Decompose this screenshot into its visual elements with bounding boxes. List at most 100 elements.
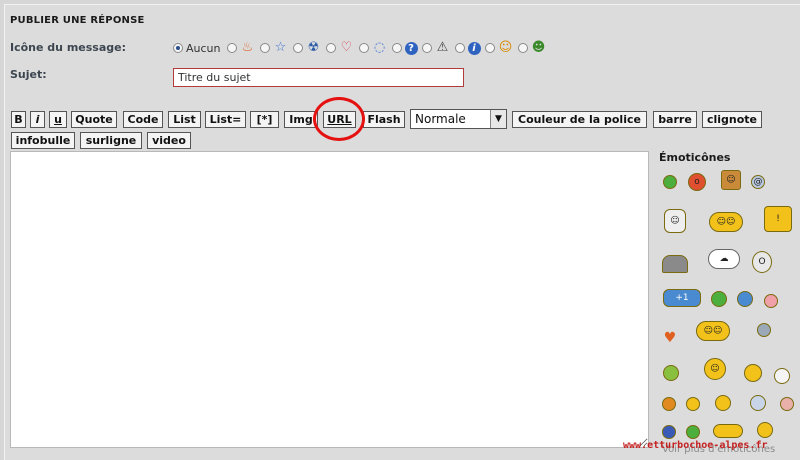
- radio-button[interactable]: [421, 43, 432, 53]
- highlight-button[interactable]: surligne: [80, 132, 142, 149]
- image-label: Img: [289, 113, 313, 126]
- radio-button[interactable]: [325, 43, 336, 53]
- icon-option-info[interactable]: i: [454, 41, 481, 55]
- emoticon-green-smiley[interactable]: [662, 174, 678, 190]
- video-label: video: [152, 134, 186, 147]
- radio-button[interactable]: [292, 43, 303, 53]
- emoticon-rock[interactable]: [660, 252, 690, 276]
- radio-button[interactable]: [517, 43, 528, 53]
- emoticon-group[interactable]: ☺☺: [693, 318, 733, 344]
- emoticon-dizzy[interactable]: @: [750, 174, 766, 190]
- icon-option-heart[interactable]: ♡: [325, 40, 355, 55]
- icon-option-speech[interactable]: ◌: [358, 40, 388, 55]
- radio-button[interactable]: [226, 43, 237, 53]
- red-highlight-circle: [313, 97, 365, 141]
- radio-button[interactable]: [173, 43, 183, 53]
- emoticon-reader[interactable]: ☺: [719, 167, 743, 193]
- heart-icon: ♡: [340, 40, 353, 55]
- emoticon-scared[interactable]: O: [751, 247, 773, 277]
- strike-label: barre: [658, 113, 692, 126]
- emoticons-title: Émoticônes: [659, 151, 731, 164]
- emoticon-plus-one[interactable]: +1: [660, 285, 704, 311]
- icon-option-wink[interactable]: ☺: [484, 40, 514, 55]
- subject-input[interactable]: [173, 68, 464, 87]
- quote-button[interactable]: Quote: [71, 111, 117, 128]
- radio-button[interactable]: [484, 43, 495, 53]
- emoticon-orange[interactable]: [661, 396, 677, 412]
- italic-button[interactable]: i: [30, 111, 45, 128]
- question-icon: ?: [404, 41, 418, 55]
- code-button[interactable]: Code: [123, 111, 163, 128]
- emoticon-king[interactable]: [742, 362, 764, 384]
- icon-option-radioactive[interactable]: ☢: [292, 40, 322, 55]
- icon-option-none[interactable]: Aucun: [173, 42, 223, 55]
- emoticon-horn[interactable]: [710, 394, 736, 412]
- info-icon: i: [467, 41, 481, 55]
- font-size-value: Normale: [415, 112, 466, 126]
- video-button[interactable]: video: [147, 132, 191, 149]
- font-color-label: Couleur de la police: [518, 113, 641, 126]
- icon-option-star[interactable]: ☆: [259, 40, 289, 55]
- emoticon-angry-gray[interactable]: [755, 321, 773, 339]
- watermark: www.etturbochoe-alpes.fr: [623, 440, 768, 451]
- fire-icon: ♨: [241, 40, 254, 55]
- radio-button[interactable]: [391, 43, 402, 53]
- blink-button[interactable]: clignote: [702, 111, 762, 128]
- emoticon-shocked-red[interactable]: o: [684, 172, 710, 192]
- strike-button[interactable]: barre: [653, 111, 697, 128]
- radio-button[interactable]: [454, 43, 465, 53]
- emoticon-blue[interactable]: [661, 424, 677, 440]
- underline-button[interactable]: u: [49, 111, 67, 128]
- icon-none-label: Aucun: [186, 41, 221, 55]
- emoticon-help-sign[interactable]: !: [760, 203, 796, 235]
- message-icon-label: Icône du message:: [10, 41, 126, 54]
- list-button[interactable]: List: [168, 111, 201, 128]
- font-color-button[interactable]: Couleur de la police: [512, 111, 647, 128]
- emoticon-hat[interactable]: [755, 420, 775, 440]
- icon-option-question[interactable]: ?: [391, 41, 418, 55]
- emoticon-cloud[interactable]: ☁: [706, 246, 742, 272]
- tooltip-label: infobulle: [15, 134, 71, 147]
- emoticon-pig[interactable]: [762, 292, 780, 310]
- chevron-down-icon[interactable]: ▼: [490, 110, 506, 128]
- emoticon-grin-white[interactable]: [772, 367, 792, 385]
- icon-option-fire[interactable]: ♨: [226, 40, 256, 55]
- speech-bubble-icon: ◌: [373, 40, 386, 55]
- emoticon-party[interactable]: [661, 362, 681, 384]
- emoticon-wizard[interactable]: ☺: [660, 206, 690, 236]
- code-label: Code: [127, 113, 159, 126]
- icon-option-warning[interactable]: ⚠: [421, 40, 451, 55]
- message-textarea[interactable]: [10, 151, 649, 448]
- list-label: List: [173, 113, 196, 126]
- radio-button[interactable]: [358, 43, 369, 53]
- emoticon-angel[interactable]: [709, 288, 729, 310]
- message-icon-options: Aucun ♨ ☆ ☢ ♡ ◌ ? ⚠ i ☺ ☻: [173, 38, 551, 58]
- tooltip-button[interactable]: infobulle: [11, 132, 75, 149]
- blink-label: clignote: [706, 113, 758, 126]
- emoticon-teeth[interactable]: [685, 396, 701, 412]
- ordered-list-label: List=: [209, 113, 242, 126]
- list-item-button[interactable]: [*]: [250, 111, 279, 128]
- radio-button[interactable]: [259, 43, 270, 53]
- emoticon-blue-hat[interactable]: [735, 288, 755, 310]
- star-icon: ☆: [274, 40, 287, 55]
- grin-smiley-icon: ☻: [531, 40, 546, 55]
- bold-button[interactable]: B: [11, 111, 26, 128]
- list-item-label: [*]: [256, 113, 273, 126]
- emoticon-thumbs-up[interactable]: [745, 394, 771, 412]
- emoticon-sunglasses[interactable]: [710, 422, 746, 440]
- subject-label: Sujet:: [10, 68, 47, 81]
- emoticon-couple[interactable]: ☺☺: [705, 209, 747, 235]
- emoticon-green-teeth[interactable]: [685, 424, 701, 440]
- ordered-list-button[interactable]: List=: [205, 111, 246, 128]
- font-size-select[interactable]: Normale ▼: [410, 109, 507, 129]
- icon-option-grin[interactable]: ☻: [517, 40, 547, 55]
- warning-icon: ⚠: [436, 40, 449, 55]
- form-title: PUBLIER UNE RÉPONSE: [10, 15, 145, 26]
- radioactive-icon: ☢: [307, 40, 320, 55]
- emoticon-red-face[interactable]: [779, 396, 795, 412]
- flash-button[interactable]: Flash: [363, 111, 405, 128]
- emoticon-chef[interactable]: ☺: [700, 355, 730, 383]
- wink-smiley-icon: ☺: [498, 40, 513, 55]
- emoticon-heart[interactable]: ♥: [661, 330, 679, 346]
